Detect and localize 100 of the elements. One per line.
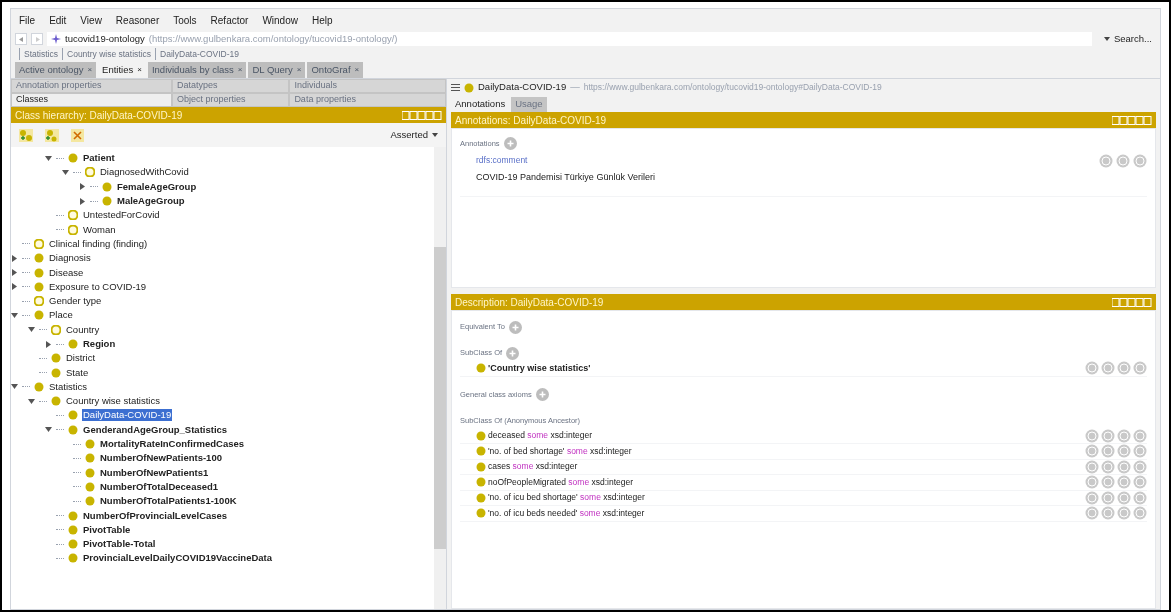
menu-item[interactable]: Window	[262, 12, 298, 28]
add-icon[interactable]	[506, 346, 520, 360]
class-tree-item[interactable]: DiagnosedWithCovid	[99, 166, 190, 179]
explain-button[interactable]	[1085, 506, 1099, 521]
forward-button[interactable]	[31, 33, 43, 45]
edit-button[interactable]	[1133, 506, 1147, 521]
delete-button[interactable]	[1117, 428, 1131, 443]
menu-item[interactable]: Tools	[173, 12, 197, 28]
edit-button[interactable]	[1133, 490, 1147, 505]
class-tree-item[interactable]: Country wise statistics	[65, 395, 161, 408]
class-expression[interactable]: noOfPeopleMigrated some xsd:integer	[488, 475, 634, 489]
edit-button[interactable]	[1133, 475, 1147, 490]
explain-button[interactable]	[1085, 475, 1099, 490]
search-field[interactable]: Search...	[1096, 31, 1156, 47]
annotate-button[interactable]	[1101, 444, 1115, 459]
close-tab-button[interactable]: ×	[354, 64, 360, 76]
hierarchy-mode-dropdown[interactable]: Asserted	[390, 127, 438, 143]
class-tree-item[interactable]: Patient	[82, 152, 116, 165]
class-tree-item[interactable]: State	[65, 366, 90, 379]
class-expression[interactable]: deceased some xsd:integer	[488, 429, 592, 443]
class-tree-item[interactable]: DailyData-COVID-19	[82, 409, 173, 422]
delete-button[interactable]	[1116, 154, 1130, 168]
edit-button[interactable]	[1133, 361, 1147, 376]
class-tree-item[interactable]: MortalityRateInConfirmedCases	[99, 438, 246, 451]
delete-button[interactable]	[1117, 490, 1131, 505]
add-icon[interactable]	[535, 388, 549, 401]
class-tree-item[interactable]: GenderandAgeGroup_Statistics	[82, 423, 229, 436]
entity-tab[interactable]: Classes	[11, 93, 172, 107]
class-tree-item[interactable]: Place	[48, 309, 74, 322]
annotate-button[interactable]	[1101, 506, 1115, 521]
expand-arrow-icon[interactable]	[79, 183, 86, 191]
superclass-expression[interactable]: 'Country wise statistics'	[488, 361, 591, 375]
entity-tab[interactable]: Individuals	[289, 79, 446, 93]
annotation-property[interactable]: rdfs:comment	[476, 154, 655, 167]
scrollbar-thumb[interactable]	[434, 247, 446, 549]
class-tree-item[interactable]: FemaleAgeGroup	[116, 180, 198, 193]
class-tree-item[interactable]: District	[65, 352, 97, 365]
edit-button[interactable]	[1133, 428, 1147, 443]
explain-button[interactable]	[1085, 444, 1099, 459]
class-tree-item[interactable]: Statistics	[48, 380, 88, 393]
collapse-arrow-icon[interactable]	[45, 154, 52, 162]
view-controls-icon[interactable]	[1112, 115, 1152, 125]
expand-arrow-icon[interactable]	[11, 254, 18, 262]
breadcrumb-item[interactable]: DailyData-COVID-19	[155, 47, 239, 61]
explain-button[interactable]	[1085, 361, 1099, 376]
delete-button[interactable]	[1117, 459, 1131, 474]
add-subclass-icon[interactable]	[19, 128, 33, 142]
breadcrumb-item[interactable]: Country wise statistics	[62, 47, 152, 61]
view-controls-icon[interactable]	[1112, 297, 1152, 307]
back-button[interactable]	[15, 33, 27, 45]
class-tree-item[interactable]: Region	[82, 338, 117, 350]
class-tree-item[interactable]: NumberOfProvincialLevelCases	[82, 509, 229, 522]
close-tab-button[interactable]: ×	[237, 64, 243, 76]
close-tab-button[interactable]: ×	[296, 64, 302, 76]
expand-arrow-icon[interactable]	[11, 269, 18, 276]
class-tree-item[interactable]: PivotTable-Total	[82, 538, 157, 551]
delete-class-icon[interactable]	[71, 128, 84, 142]
class-tree-item[interactable]: MaleAgeGroup	[116, 195, 186, 208]
annotate-button[interactable]	[1101, 490, 1115, 505]
class-tree-item[interactable]: Disease	[48, 266, 85, 279]
workspace-tab[interactable]: DL Query ×	[248, 62, 306, 78]
breadcrumb-item[interactable]: Statistics	[19, 47, 58, 61]
class-tree-item[interactable]: NumberOfTotalDeceased1	[99, 480, 220, 493]
workspace-tab[interactable]: Individuals by class ×	[147, 62, 247, 78]
class-tree-item[interactable]: Woman	[82, 223, 117, 236]
annotate-button[interactable]	[1101, 361, 1115, 376]
menu-item[interactable]: File	[19, 12, 36, 28]
class-expression[interactable]: 'no. of icu bed shortage' some xsd:integer	[488, 491, 645, 505]
class-tree-item[interactable]: Gender type	[48, 295, 103, 308]
workspace-tab[interactable]: OntoGraf ×	[307, 62, 364, 78]
class-tree-item[interactable]: Clinical finding (finding)	[48, 237, 149, 250]
annotate-button[interactable]	[1099, 154, 1113, 168]
view-controls-icon[interactable]	[402, 110, 442, 120]
add-icon[interactable]	[508, 320, 522, 334]
add-sibling-icon[interactable]	[45, 128, 59, 142]
explain-button[interactable]	[1085, 490, 1099, 505]
menu-item[interactable]: Help	[311, 12, 333, 28]
collapse-arrow-icon[interactable]	[62, 168, 69, 176]
class-tree-item[interactable]: Diagnosis	[48, 252, 92, 265]
class-tree-item[interactable]: Exposure to COVID-19	[48, 280, 148, 293]
class-tree-item[interactable]: UntestedForCovid	[82, 209, 161, 222]
annotate-button[interactable]	[1101, 475, 1115, 490]
collapse-arrow-icon[interactable]	[28, 397, 35, 405]
entity-tab[interactable]: Data properties	[289, 93, 446, 107]
entity-tab[interactable]: Datatypes	[171, 79, 290, 93]
class-tree-item[interactable]: NumberOfTotalPatients1-100K	[99, 495, 238, 508]
class-tree-item[interactable]: Country	[65, 323, 101, 336]
class-tree-item[interactable]: ProvincialLevelDailyCOVID19VaccineData	[82, 552, 274, 565]
class-expression[interactable]: cases some xsd:integer	[488, 460, 578, 474]
annotate-button[interactable]	[1101, 428, 1115, 443]
add-icon[interactable]	[503, 137, 517, 150]
collapse-arrow-icon[interactable]	[11, 311, 18, 319]
close-tab-button[interactable]: ×	[137, 64, 142, 76]
entity-tab[interactable]: Annotation properties	[11, 79, 172, 93]
class-tree-item[interactable]: PivotTable	[82, 523, 132, 536]
explain-button[interactable]	[1085, 428, 1099, 443]
menu-item[interactable]: Reasoner	[115, 12, 160, 28]
delete-button[interactable]	[1117, 361, 1131, 376]
edit-button[interactable]	[1133, 459, 1147, 474]
menu-item[interactable]: Edit	[49, 12, 67, 28]
